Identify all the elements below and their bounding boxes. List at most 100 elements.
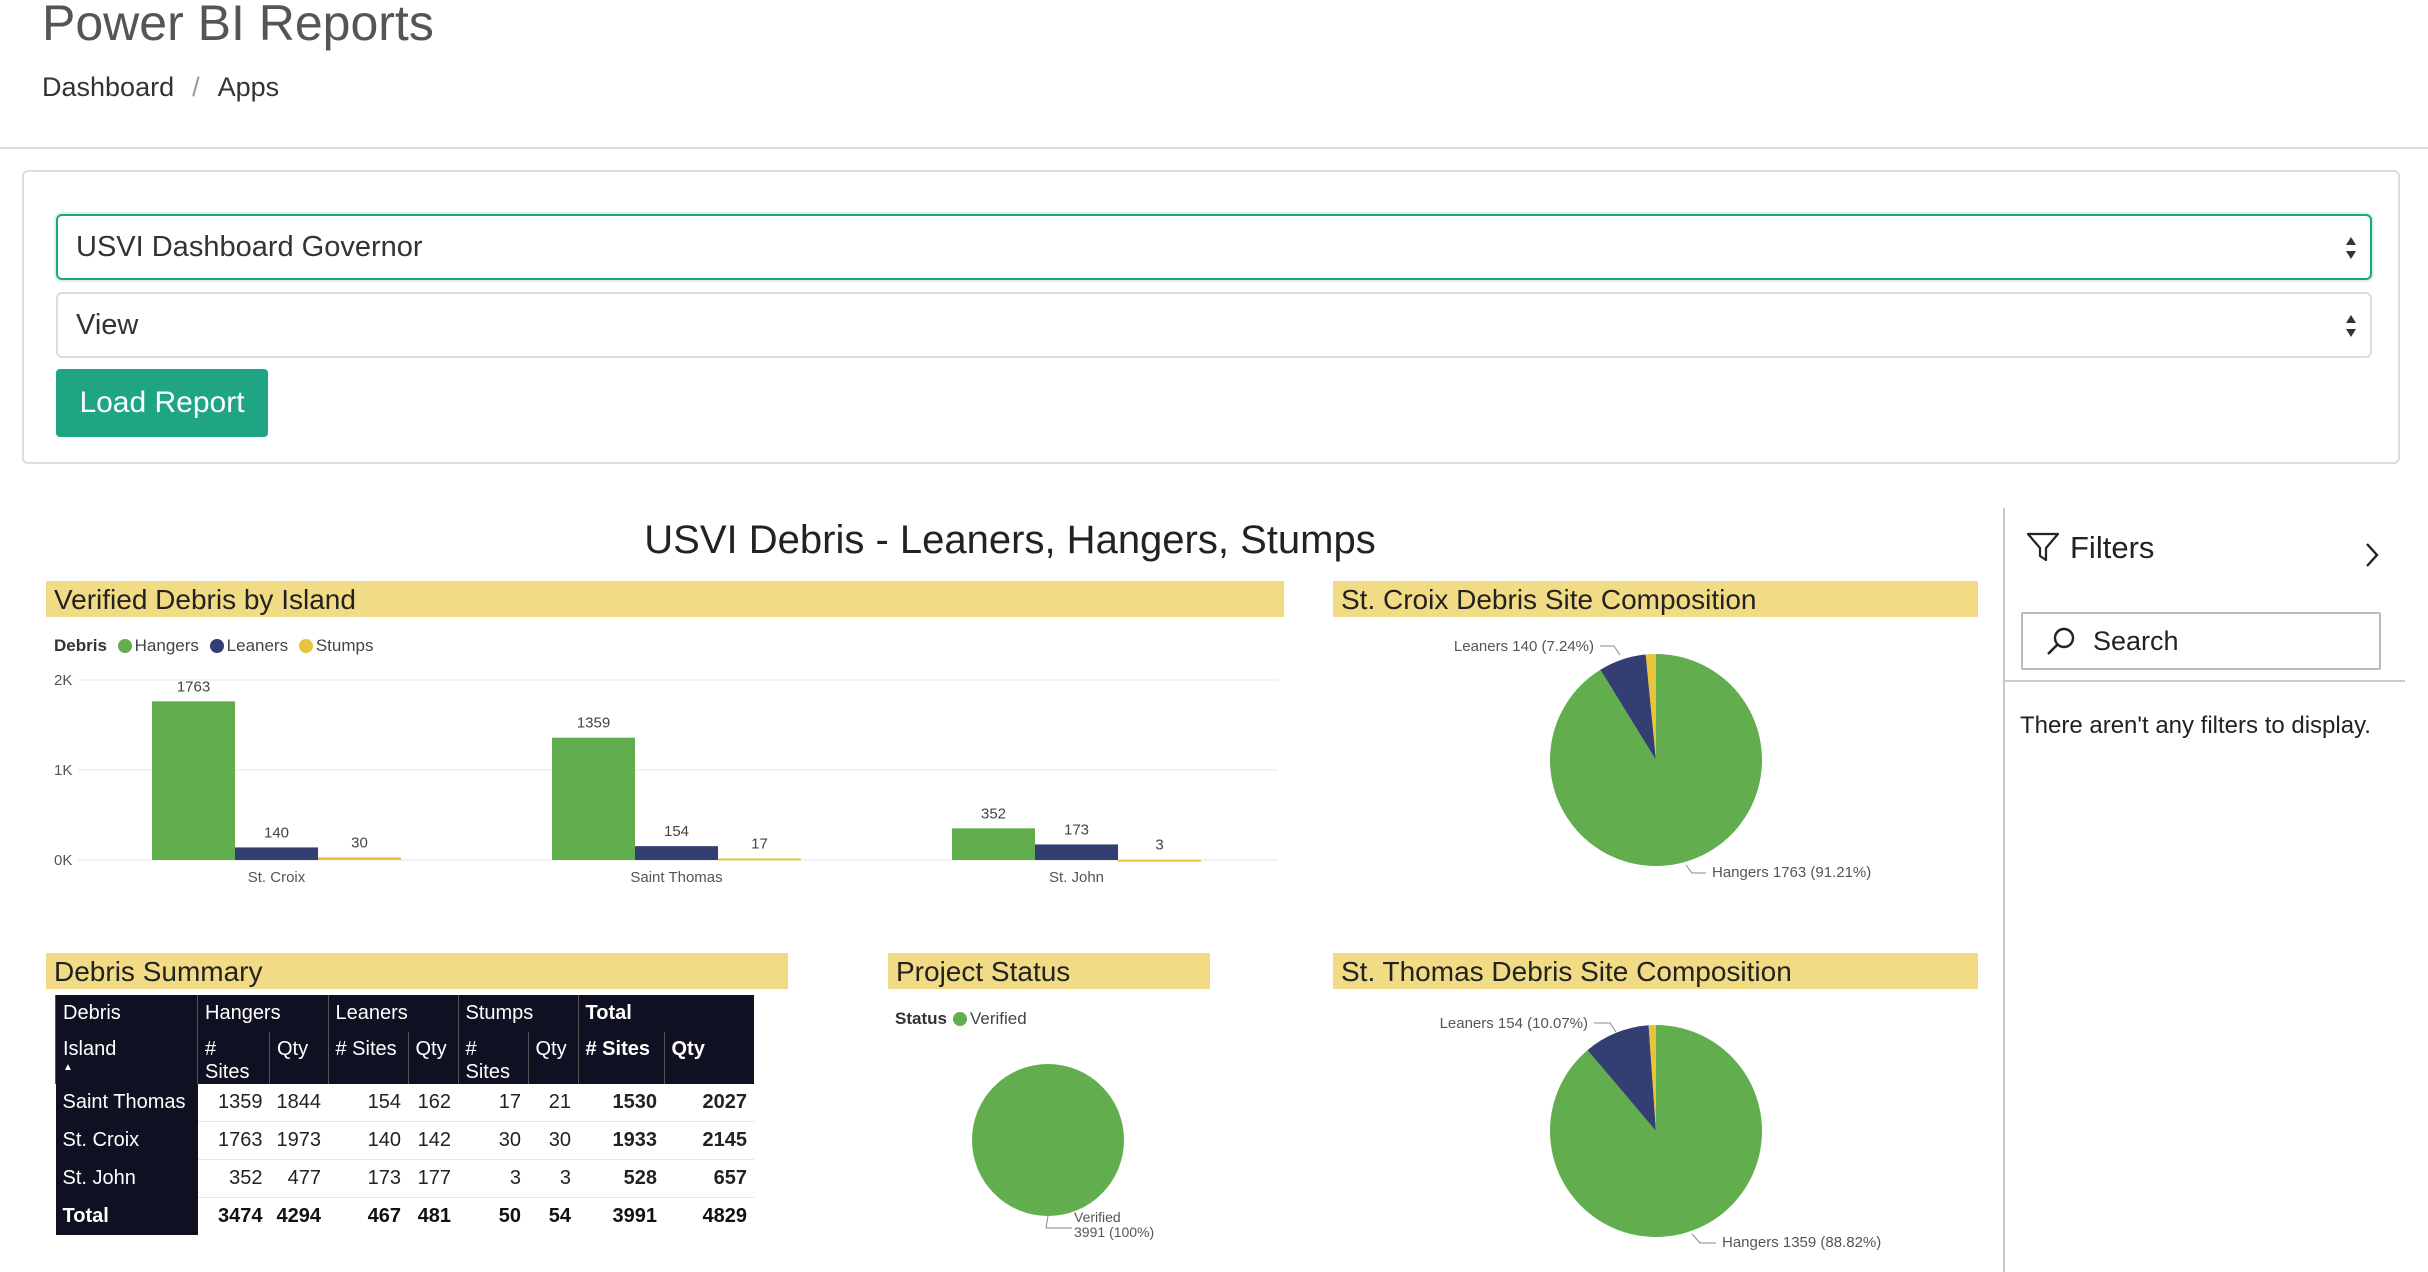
- table-cell: 3: [458, 1159, 528, 1198]
- table-row: St. John 352 477 173 177 3 3 528 657: [55, 1159, 754, 1198]
- legend-hangers: Hangers: [134, 636, 199, 655]
- load-report-button[interactable]: Load Report: [56, 369, 268, 437]
- leader-line: [1685, 864, 1706, 874]
- table-row-header: St. John: [55, 1159, 198, 1198]
- bar-stumps[interactable]: [318, 857, 401, 860]
- table-total-cell: 50: [498, 1205, 521, 1227]
- x-tick-label: St. Croix: [248, 869, 306, 886]
- table-row-header: Saint Thomas: [55, 1084, 198, 1122]
- table-cell: 140: [328, 1121, 408, 1160]
- st-croix-pie-chart[interactable]: Leaners 140 (7.24%) Hangers 1763 (91.21%): [1420, 625, 1900, 895]
- breadcrumb-apps: Apps: [217, 72, 280, 102]
- verified-legend-dot: [952, 1012, 967, 1026]
- bar-stumps[interactable]: [1118, 859, 1201, 862]
- bar-data-label: 30: [351, 834, 368, 851]
- table-total-cell: 481: [417, 1205, 451, 1227]
- bar-data-label: 1359: [577, 715, 610, 732]
- filters-search-placeholder: Search: [2093, 626, 2179, 656]
- sort-ascending-icon[interactable]: ▲: [63, 1063, 190, 1073]
- table-total-label: Total: [55, 1197, 198, 1235]
- bar-hangers[interactable]: [152, 701, 235, 860]
- debris-summary-table: Debris Hangers Leaners Stumps Total Island ▲ # …: [55, 995, 754, 1235]
- table-cell: 352: [197, 1159, 270, 1198]
- filters-title: Filters: [2070, 530, 2155, 565]
- x-tick-label: Saint Thomas: [630, 869, 722, 886]
- bar-data-label: 17: [751, 835, 768, 852]
- table-cell: 1530: [578, 1084, 664, 1122]
- y-tick-label: 0K: [54, 852, 72, 869]
- table-cell: 154: [328, 1084, 408, 1122]
- table-column-header: Island ▲: [55, 1032, 198, 1084]
- hangers-legend-dot: [117, 639, 132, 653]
- report-selection-panel: USVI Dashboard Governor View Load Report: [22, 170, 2400, 464]
- table-total-cell: 3474: [218, 1205, 263, 1227]
- report-select-value: USVI Dashboard Governor: [76, 231, 423, 263]
- table-group-header-row: Debris Hangers Leaners Stumps Total: [55, 995, 754, 1032]
- table-cell: 1844: [269, 1084, 328, 1122]
- table-cell: 30: [528, 1121, 578, 1160]
- bar-leaners[interactable]: [235, 847, 318, 860]
- table-cell: 1359: [197, 1084, 270, 1122]
- table-total-cell: 4294: [276, 1205, 322, 1227]
- filters-pane-border: [2003, 508, 2005, 1272]
- chevron-right-icon[interactable]: [2362, 540, 2382, 570]
- table-cell: 17: [458, 1084, 528, 1122]
- bar-hangers[interactable]: [952, 828, 1035, 860]
- table-total-cell: 467: [367, 1205, 401, 1227]
- pie-slice-verified[interactable]: [972, 1064, 1124, 1216]
- table-cell: 173: [328, 1159, 408, 1198]
- bar-data-label: 3: [1155, 837, 1163, 854]
- report-select[interactable]: USVI Dashboard Governor: [56, 214, 2372, 280]
- st-croix-pie-header: St. Croix Debris Site Composition: [1333, 581, 1978, 617]
- pie-label-hangers: Hangers 1359 (88.82%): [1722, 1234, 1881, 1251]
- table-cell: 2145: [664, 1121, 754, 1160]
- filters-header[interactable]: Filters: [2026, 530, 2154, 566]
- view-select[interactable]: View: [56, 292, 2372, 358]
- table-column-header: Qty: [527, 1032, 578, 1084]
- pie-label-hangers: Hangers 1763 (91.21%): [1712, 864, 1871, 881]
- table-total-cell: 4829: [702, 1205, 748, 1227]
- table-column-header-row: Island ▲ # Sites Qty # Sites Qty # Sites Qty # S…: [55, 1032, 754, 1084]
- filters-empty-message: There aren't any filters to display.: [2020, 712, 2371, 739]
- table-cell: 528: [578, 1159, 664, 1198]
- breadcrumb-dashboard-link[interactable]: Dashboard: [42, 72, 174, 102]
- table-group-header: Leaners: [327, 995, 458, 1032]
- bar-stumps[interactable]: [718, 858, 801, 861]
- bar-hangers[interactable]: [552, 737, 635, 860]
- select-arrows-icon: [2346, 315, 2356, 337]
- select-arrows-icon: [2346, 237, 2356, 259]
- bar-data-label: 352: [981, 805, 1006, 822]
- table-cell: 30: [458, 1121, 528, 1160]
- bar-data-label: 1763: [177, 678, 210, 695]
- leader-line: [1045, 1215, 1072, 1229]
- header-divider: [0, 147, 2428, 149]
- table-row: St. Croix 1763 1973 140 142 30 30 1933 2145: [55, 1121, 754, 1160]
- project-status-pie-chart[interactable]: Verified3991 (100%): [940, 1040, 1200, 1250]
- stumps-legend-dot: [298, 639, 313, 653]
- x-tick-label: St. John: [1049, 869, 1104, 886]
- breadcrumb: Dashboard / Apps: [42, 72, 279, 103]
- breadcrumb-separator: /: [192, 72, 200, 102]
- table-column-header: Qty: [269, 1032, 328, 1084]
- bar-chart[interactable]: 0K 1K 2K 1763 140 30 St. Croix 1359 154 17 Saint T…: [40, 660, 1290, 900]
- table-column-header: Qty: [663, 1032, 754, 1084]
- table-total-cell: 3991: [612, 1205, 658, 1227]
- table-cell: 1763: [197, 1121, 270, 1160]
- leader-line: [1600, 645, 1621, 656]
- bar-data-label: 140: [264, 824, 289, 841]
- table-group-header: Hangers: [197, 995, 328, 1032]
- bar-data-label: 173: [1064, 821, 1089, 838]
- st-thomas-pie-header: St. Thomas Debris Site Composition: [1333, 953, 1978, 989]
- filters-search-input[interactable]: Search: [2021, 612, 2381, 670]
- leader-line: [1691, 1233, 1716, 1244]
- report-title: USVI Debris - Leaners, Hangers, Stumps: [644, 518, 1376, 562]
- bar-leaners[interactable]: [635, 846, 718, 860]
- bar-leaners[interactable]: [1035, 844, 1118, 860]
- table-row: Saint Thomas 1359 1844 154 162 17 21 1530 2027: [55, 1084, 754, 1122]
- status-legend-title: Status: [895, 1009, 947, 1028]
- y-tick-label: 2K: [54, 672, 72, 689]
- table-cell: 3: [528, 1159, 578, 1198]
- table-column-header: # Sites: [197, 1032, 270, 1084]
- table-cell: 21: [528, 1084, 578, 1122]
- st-thomas-pie-chart[interactable]: Leaners 154 (10.07%) Hangers 1359 (88.82%…: [1420, 1000, 1900, 1265]
